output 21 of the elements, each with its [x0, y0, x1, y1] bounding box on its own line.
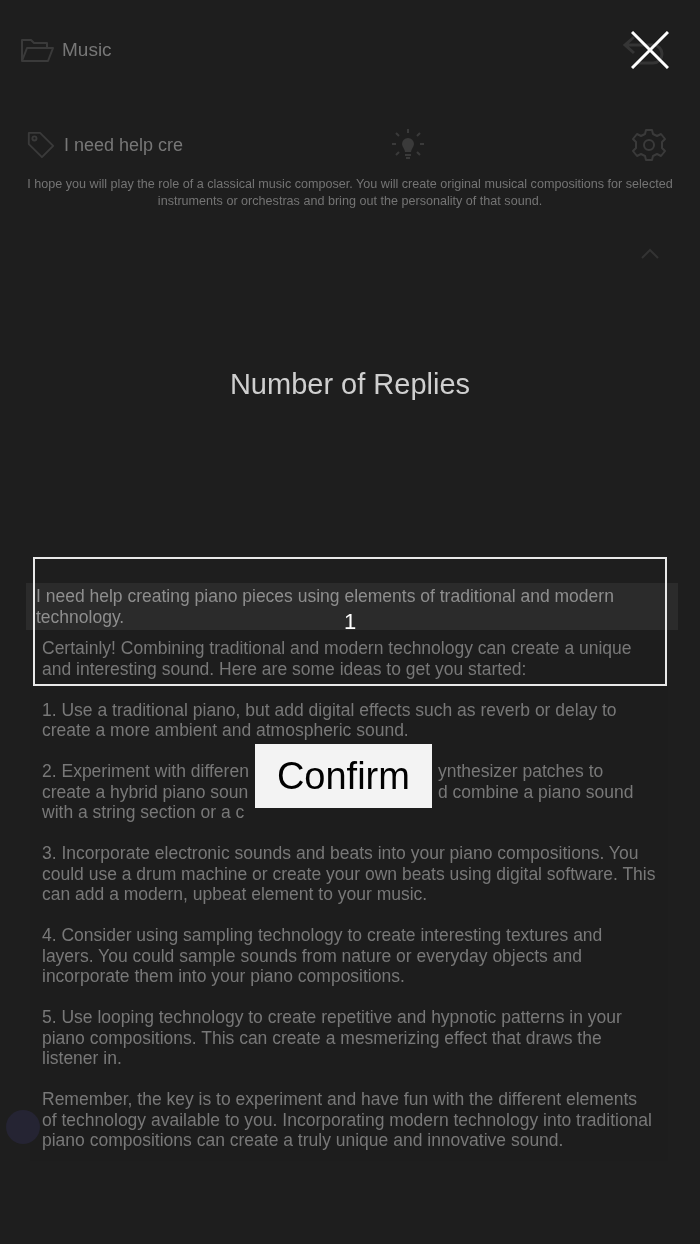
- prompt-tag[interactable]: I need help cre: [64, 134, 184, 156]
- reply-paragraph: Remember, the key is to experiment and have fun with the different elements of technology available to you. Incorporating modern technology into traditional piano compositions can create a truly unique and innovative sound.: [42, 1089, 653, 1151]
- reply-paragraph: 4. Consider using sampling technology to create interesting textures and layers. You could sample sounds from nature or everyday objects and incorporate them into your piano compositions.: [42, 925, 604, 987]
- reply-text-fragment: with a string section or a c: [42, 802, 246, 823]
- reply-paragraph: 5. Use looping technology to create repetitive and hypnotic patterns in your piano compositions. This can create a mesmerizing effect that draws the listener in.: [42, 1007, 623, 1069]
- dialog-title: Number of Replies: [228, 368, 472, 401]
- reply-text-fragment: ynthesizer patches to: [437, 761, 605, 782]
- reply-paragraph: Certainly! Combining traditional and modern technology can create a unique and interesting sound. Here are some ideas to get you started:: [42, 638, 633, 679]
- reply-paragraph: 3. Incorporate electronic sounds and beats into your piano compositions. You could use a drum machine or create your own beats using digital software. This can add a modern, upbeat element to your music.: [42, 843, 656, 905]
- undo-icon[interactable]: [622, 35, 666, 65]
- confirm-button[interactable]: Confirm: [254, 744, 432, 808]
- settings-icon[interactable]: [632, 128, 666, 162]
- lightbulb-icon[interactable]: [390, 128, 425, 162]
- folder-icon: [20, 37, 54, 63]
- close-icon[interactable]: [631, 31, 669, 69]
- tag-icon: [26, 130, 56, 160]
- reply-text-fragment: create a hybrid piano soun: [42, 781, 249, 802]
- reply-text-fragment: d combine a piano sound: [437, 781, 634, 802]
- reply-paragraph: 1. Use a traditional piano, but add digital effects such as reverb or delay to create a more ambient and atmospheric sound.: [42, 699, 618, 741]
- reply-text-fragment: 2. Experiment with differen: [42, 761, 249, 782]
- folder-name: Music: [62, 39, 112, 61]
